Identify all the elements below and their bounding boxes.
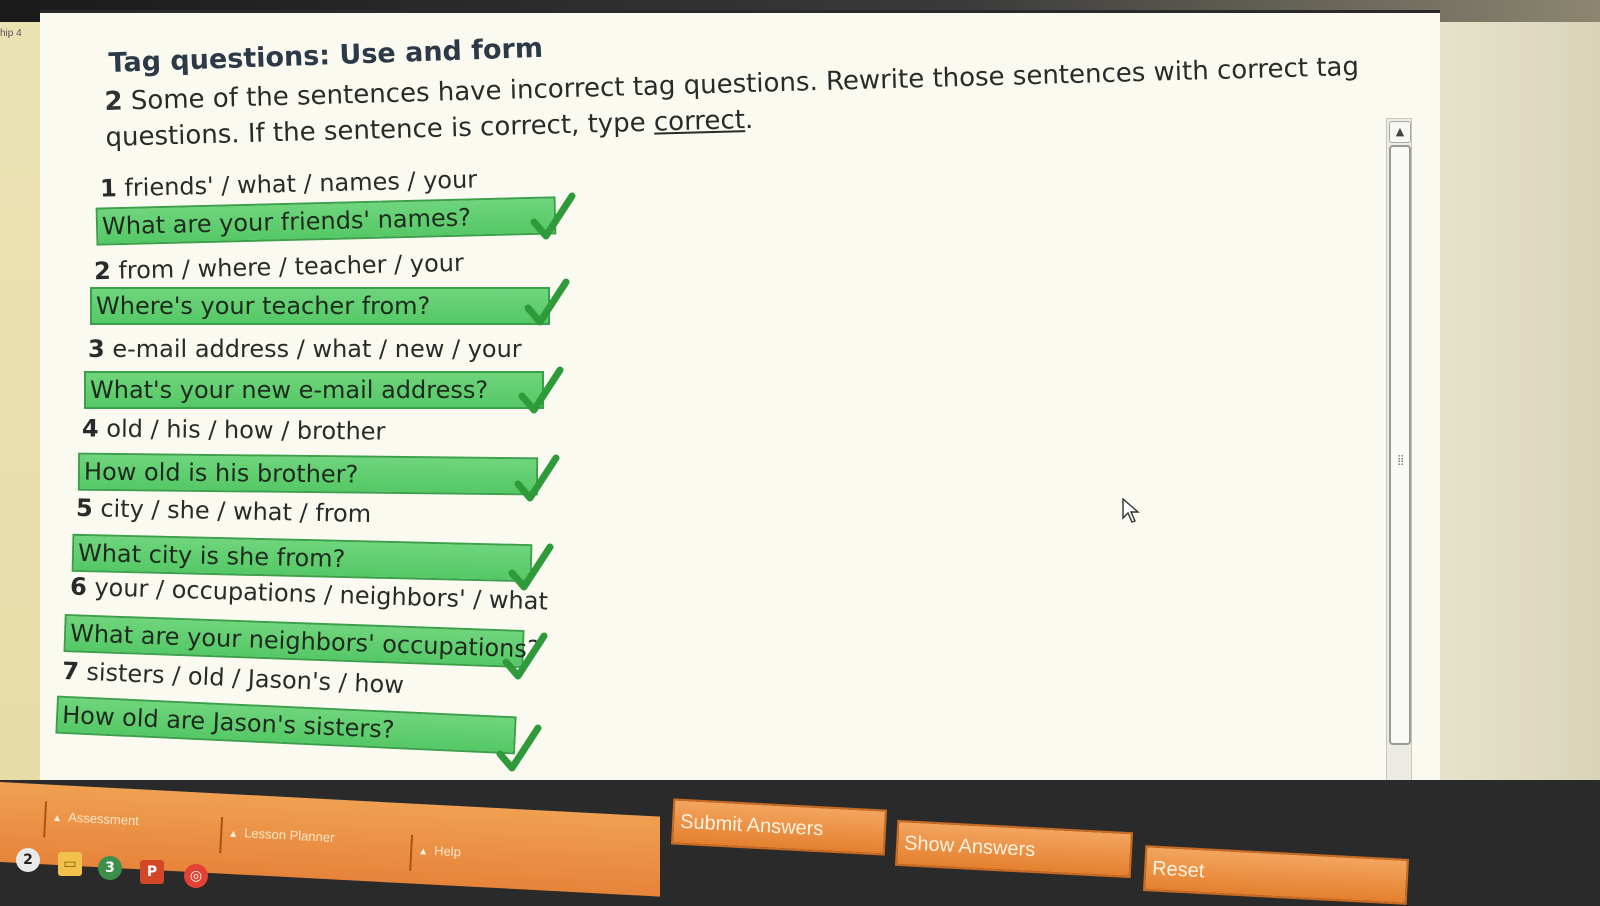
answer-field[interactable]: How old is his brother? bbox=[77, 452, 539, 496]
left-margin-strip bbox=[0, 22, 40, 802]
item-prompt-text: e-mail address / what / new / your bbox=[112, 335, 522, 363]
item-number: 5 bbox=[75, 493, 94, 523]
tab-arrow-icon: ▲ bbox=[51, 812, 63, 825]
mouse-cursor-icon bbox=[1122, 498, 1140, 523]
answer-field[interactable]: What's your new e-mail address? bbox=[84, 371, 544, 409]
instruction-keyword: correct bbox=[653, 105, 746, 138]
powerpoint-icon[interactable]: P bbox=[140, 860, 164, 884]
item-number: 3 bbox=[88, 335, 105, 363]
taskbar-badge-icon[interactable]: 3 bbox=[98, 856, 122, 880]
instruction-number: 2 bbox=[104, 86, 124, 117]
folder-icon[interactable]: ▭ bbox=[58, 852, 82, 876]
item-number: 2 bbox=[93, 256, 112, 286]
vertical-scrollbar[interactable]: ▲ ⣿ ▼ bbox=[1386, 118, 1412, 858]
tab-arrow-icon: ▲ bbox=[417, 846, 429, 858]
chapter-label: hip 4 bbox=[0, 28, 22, 39]
item-prompt: 4 old / his / how / brother bbox=[82, 414, 386, 445]
item-number: 7 bbox=[61, 656, 80, 686]
tab-arrow-icon: ▲ bbox=[227, 828, 239, 840]
scrollbar-thumb[interactable]: ⣿ bbox=[1389, 145, 1411, 745]
taskbar-badge-icon[interactable]: 2 bbox=[16, 848, 40, 872]
answer-field[interactable]: Where's your teacher from? bbox=[90, 287, 550, 325]
check-icon bbox=[514, 454, 560, 502]
scroll-up-icon[interactable]: ▲ bbox=[1389, 121, 1411, 143]
tab-label: Assessment bbox=[67, 809, 140, 829]
check-icon bbox=[496, 724, 542, 772]
tab-label: Help bbox=[433, 843, 462, 860]
instruction-end: . bbox=[744, 104, 754, 136]
check-icon bbox=[530, 192, 576, 240]
grip-icon: ⣿ bbox=[1397, 455, 1405, 466]
item-prompt: 3 e-mail address / what / new / your bbox=[88, 335, 522, 363]
check-icon bbox=[518, 366, 564, 414]
check-icon bbox=[502, 632, 548, 680]
tab-label: Lesson Planner bbox=[243, 825, 335, 846]
check-icon bbox=[524, 278, 570, 326]
item-number: 4 bbox=[81, 414, 99, 443]
item-prompt-text: old / his / how / brother bbox=[106, 414, 386, 446]
browser-icon[interactable]: ◎ bbox=[184, 864, 208, 888]
item-number: 6 bbox=[69, 572, 88, 602]
item-prompt-text: city / she / what / from bbox=[100, 494, 372, 529]
item-number: 1 bbox=[99, 174, 118, 203]
